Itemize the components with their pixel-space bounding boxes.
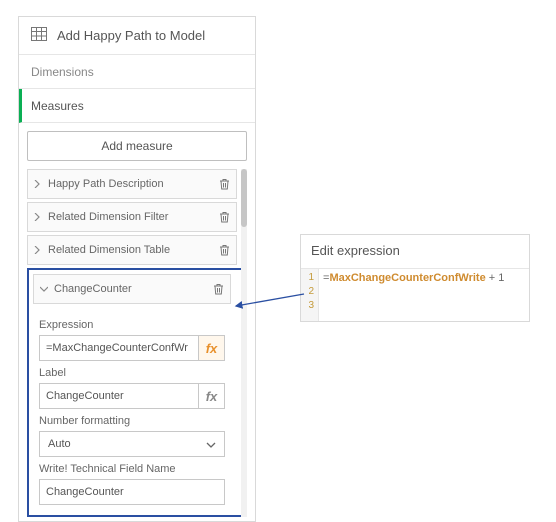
add-measure-button[interactable]: Add measure bbox=[27, 131, 247, 161]
panel-header: Add Happy Path to Model bbox=[19, 17, 255, 55]
gutter-line: 3 bbox=[301, 299, 314, 313]
panel-title: Add Happy Path to Model bbox=[57, 28, 205, 43]
gutter-line: 1 bbox=[301, 271, 314, 285]
trash-icon[interactable] bbox=[219, 244, 230, 256]
expression-label: Expression bbox=[39, 319, 225, 331]
editor-code[interactable]: =MaxChangeCounterConfWrite + 1 bbox=[319, 269, 529, 321]
measure-row[interactable]: Related Dimension Table bbox=[27, 235, 237, 265]
label-label: Label bbox=[39, 367, 225, 379]
trash-icon[interactable] bbox=[219, 178, 230, 190]
measure-label: Happy Path Description bbox=[48, 178, 164, 190]
chevron-right-icon bbox=[34, 246, 42, 254]
techfield-label: Write! Technical Field Name bbox=[39, 463, 225, 475]
measure-label: ChangeCounter bbox=[54, 283, 132, 295]
label-input-group: fx bbox=[39, 383, 225, 409]
expression-input-group: fx bbox=[39, 335, 225, 361]
expression-input[interactable] bbox=[40, 336, 198, 360]
measure-row[interactable]: Happy Path Description bbox=[27, 169, 237, 199]
gutter-line: 2 bbox=[301, 285, 314, 299]
editor-gutter: 1 2 3 bbox=[301, 269, 319, 321]
fx-icon[interactable]: fx bbox=[198, 384, 224, 408]
editor-body[interactable]: 1 2 3 =MaxChangeCounterConfWrite + 1 bbox=[301, 269, 529, 321]
tab-dimensions[interactable]: Dimensions bbox=[19, 55, 255, 89]
expanded-measure-highlight: ChangeCounter Expression fx Label fx bbox=[27, 268, 247, 517]
chevron-down-icon bbox=[206, 439, 216, 451]
techfield-input[interactable] bbox=[40, 480, 224, 504]
measure-row[interactable]: Related Dimension Filter bbox=[27, 202, 237, 232]
numfmt-value: Auto bbox=[48, 438, 71, 450]
scrollbar-thumb[interactable] bbox=[241, 169, 247, 227]
measure-label: Related Dimension Filter bbox=[48, 211, 168, 223]
measure-detail: Expression fx Label fx Number formatting… bbox=[33, 307, 231, 505]
measure-row-expanded[interactable]: ChangeCounter bbox=[33, 274, 231, 304]
fx-icon[interactable]: fx bbox=[198, 336, 224, 360]
trash-icon[interactable] bbox=[219, 211, 230, 223]
measure-label: Related Dimension Table bbox=[48, 244, 170, 256]
numfmt-select[interactable]: Auto bbox=[39, 431, 225, 457]
tab-measures[interactable]: Measures bbox=[19, 89, 255, 123]
table-icon bbox=[31, 27, 47, 44]
expression-editor: Edit expression 1 2 3 =MaxChangeCounterC… bbox=[300, 234, 530, 322]
chevron-right-icon bbox=[34, 180, 42, 188]
label-input[interactable] bbox=[40, 384, 198, 408]
numfmt-label: Number formatting bbox=[39, 415, 225, 427]
measures-list: Happy Path Description Related Dimension… bbox=[27, 169, 247, 517]
code-suffix: + 1 bbox=[486, 272, 505, 284]
chevron-down-icon bbox=[40, 286, 48, 292]
chevron-right-icon bbox=[34, 213, 42, 221]
properties-panel: Add Happy Path to Model Dimensions Measu… bbox=[18, 16, 256, 522]
scrollbar-track[interactable] bbox=[241, 169, 247, 517]
trash-icon[interactable] bbox=[213, 283, 224, 295]
editor-title: Edit expression bbox=[301, 235, 529, 269]
code-ident: MaxChangeCounterConfWrite bbox=[329, 272, 485, 284]
techfield-input-group bbox=[39, 479, 225, 505]
panel-body: Add measure Happy Path Description Relat… bbox=[19, 123, 255, 521]
